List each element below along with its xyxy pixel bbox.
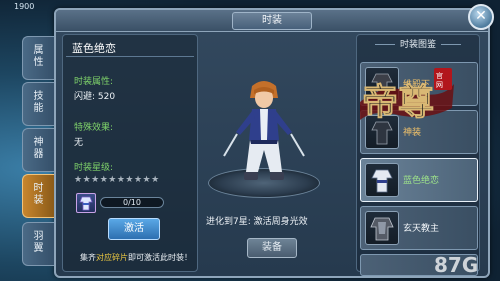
catalog-item[interactable]: 玄天教主 <box>360 206 478 250</box>
activation-hint: 集齐对应碎片即可激活此时装！ <box>80 253 192 262</box>
activate-button[interactable]: 激活 <box>108 218 160 240</box>
catalog-item-name: 蓝色绝恋 <box>403 176 440 186</box>
site-watermark: 87G <box>434 253 478 277</box>
title-bar: 时装 <box>56 10 488 32</box>
star-rating: ★★★★★★★★★★ <box>74 175 160 185</box>
close-icon: ✕ <box>475 8 487 24</box>
attribute-value: 闪避: 520 <box>74 92 116 102</box>
tab-attributes[interactable]: 属性 <box>22 36 54 80</box>
svg-text:87G: 87G <box>434 253 478 277</box>
costume-thumbnail <box>365 163 399 197</box>
attribute-label: 时装属性: <box>74 77 114 87</box>
svg-text:帝尊: 帝尊 <box>362 81 434 123</box>
close-button[interactable]: ✕ <box>468 4 494 30</box>
evolve-bonus-text: 进化到7星: 激活周身光效 <box>206 217 308 227</box>
costume-thumbnail <box>365 211 399 245</box>
hint-highlight: 对应碎片 <box>96 253 128 262</box>
catalog-header: 时装图鉴 <box>366 37 470 50</box>
tab-artifact[interactable]: 神器 <box>22 128 54 172</box>
currency-readout: 1900 <box>14 2 35 11</box>
catalog-item-name: 玄天教主 <box>403 224 440 234</box>
costume-fragment-slot[interactable] <box>76 193 96 213</box>
armor-costume-icon <box>370 217 394 241</box>
star-level-label: 时装星级: <box>74 163 114 173</box>
special-effect-label: 特殊效果: <box>74 123 114 133</box>
progress-text: 0/10 <box>123 198 141 207</box>
tab-wings[interactable]: 羽翼 <box>22 222 54 266</box>
white-costume-icon <box>371 169 393 193</box>
special-effect-value: 无 <box>74 138 84 148</box>
svg-text:网: 网 <box>436 81 443 89</box>
game-logo: 帝尊 官 网 <box>360 68 454 123</box>
character-model[interactable] <box>222 76 306 188</box>
catalog-item-selected[interactable]: 蓝色绝恋 <box>360 158 478 202</box>
divider <box>66 56 194 57</box>
dialog-title: 时装 <box>232 12 312 30</box>
tab-skills[interactable]: 技能 <box>22 82 54 126</box>
svg-text:官: 官 <box>436 71 443 80</box>
costume-fragment-icon <box>79 196 93 211</box>
equip-button[interactable]: 装备 <box>247 238 297 258</box>
fragment-progress-bar: 0/10 <box>100 197 164 208</box>
costume-name: 蓝色绝恋 <box>72 42 116 55</box>
tab-costume[interactable]: 时装 <box>22 174 54 218</box>
